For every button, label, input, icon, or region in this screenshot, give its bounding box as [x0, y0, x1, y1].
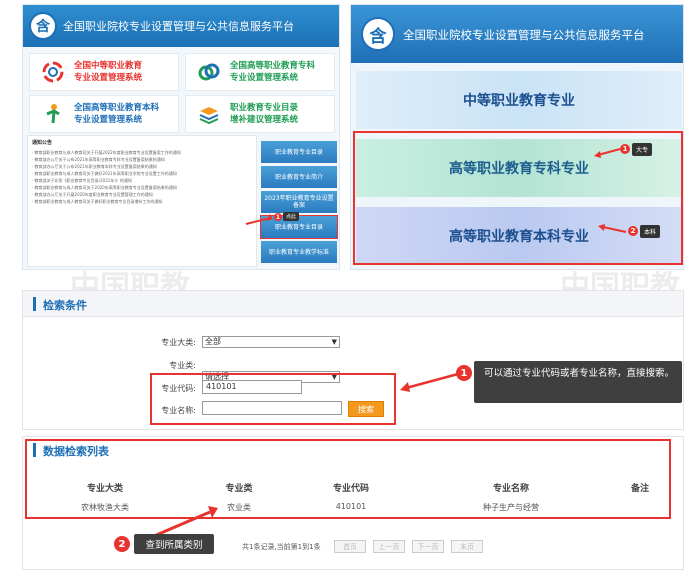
code-label: 专业代码:	[161, 384, 196, 393]
search-panel-title: 检索条件	[43, 299, 87, 312]
results-tip: 查到所属类别	[134, 534, 214, 554]
sys-label-2: 增补建议管理系统	[230, 115, 299, 125]
search-panel-header: 检索条件	[23, 291, 683, 317]
portal-header: 含 全国职业院校专业设置管理与公共信息服务平台	[351, 5, 683, 63]
news-item[interactable]: · 教育部关于印发《职业教育专业目录(2021年)》的通知	[32, 177, 252, 184]
news-item[interactable]: · 教育部职业教育与成人教育司关于开展2022年度职业教育专业设置备案工作的通知	[32, 149, 252, 156]
major-class-label: 专业类:	[169, 361, 196, 370]
sys-label-1: 全国高等职业教育本科	[74, 103, 160, 113]
portal-left-screenshot: 含 全国职业院校专业设置管理与公共信息服务平台 全国中等职业教育 专业设置管理系…	[22, 4, 340, 270]
major-category-select[interactable]: 全部 ▼	[202, 336, 340, 348]
sys-catalog-supplement[interactable]: 职业教育专业目录 增补建议管理系统	[185, 95, 335, 133]
major-category-label: 专业大类:	[161, 338, 196, 347]
callout-number: 1	[456, 365, 472, 381]
news-item[interactable]: · 教育部办公厅关于公布2021年职业教育本科专业设置备案结果的通知	[32, 163, 252, 170]
news-item[interactable]: · 教育部办公厅关于开展2020年度职业教育专业设置管理工作的通知	[32, 191, 252, 198]
col-header-name: 专业名称	[492, 484, 529, 494]
side-button-filing[interactable]: 2023年职业教育专业设置备案	[261, 191, 337, 213]
sys-label-1: 职业教育专业目录	[230, 103, 299, 113]
callout-arrow	[245, 214, 273, 225]
side-button-catalog[interactable]: 职业教育专业目录	[261, 141, 337, 163]
pager-first-button[interactable]: 首页	[334, 540, 366, 553]
sys-higher-vocational-bachelor[interactable]: 全国高等职业教育本科 专业设置管理系统	[29, 95, 179, 133]
section-marker	[33, 297, 36, 311]
ring-icon	[40, 59, 66, 85]
news-item[interactable]: · 教育部职业教育与成人教育司关于2020年高等职业教育专业设置备案结果的通知	[32, 184, 252, 191]
callout-arrow	[598, 224, 627, 233]
col-header-class: 专业类	[225, 484, 253, 494]
name-input[interactable]	[202, 401, 342, 415]
news-item[interactable]: · 教育部办公厅关于公布2021年高等职业教育专科专业设置备案结果的通知	[32, 156, 252, 163]
news-item[interactable]: · 教育部职业教育与成人教育司关于做好2021年高等职业学校专业设置工作的通知	[32, 170, 252, 177]
pager-summary: 共1条记录,当前第1到1条	[242, 543, 321, 551]
chevron-down-icon: ▼	[331, 338, 337, 346]
col-header-category: 专业大类	[86, 484, 123, 494]
name-label: 专业名称:	[161, 406, 196, 415]
cell-name[interactable]: 种子生产与经营	[466, 502, 556, 513]
callout-number: 1	[620, 144, 630, 154]
major-category-value: 全部	[205, 337, 221, 346]
news-list: 通知公告 · 教育部职业教育与成人教育司关于开展2022年度职业教育专业设置备案…	[27, 135, 257, 267]
table-row[interactable]: 农林牧渔大类 农业类 410101 种子生产与经营	[26, 498, 670, 516]
banner-secondary[interactable]: 中等职业教育专业	[356, 71, 682, 129]
callout-number: 2	[114, 536, 130, 552]
news-heading: 通知公告	[32, 140, 53, 146]
pager-next-button[interactable]: 下一页	[412, 540, 444, 553]
news-item[interactable]: · 教育部职业教育与成人教育司关于做好职业教育专业目录增补工作的通知	[32, 198, 252, 205]
callout-label: 点此	[283, 212, 300, 221]
code-input[interactable]: 410101	[202, 380, 302, 394]
cell-code: 410101	[335, 502, 367, 511]
portal-header: 含 全国职业院校专业设置管理与公共信息服务平台	[23, 5, 339, 47]
side-button-standards[interactable]: 职业教育专业教学标准	[261, 241, 337, 263]
callout-number: 2	[628, 226, 638, 236]
cell-category: 农林牧渔大类	[81, 503, 129, 512]
figure-icon	[40, 101, 66, 127]
callout-label: 大专	[632, 143, 653, 156]
search-tip: 可以通过专业代码或者专业名称，直接搜索。	[474, 361, 682, 403]
swirl-icon	[196, 59, 222, 85]
callout-number: 1	[274, 213, 282, 221]
col-header-code: 专业代码	[332, 484, 369, 494]
sys-higher-vocational-junior[interactable]: 全国高等职业教育专科 专业设置管理系统	[185, 53, 335, 91]
sys-label-2: 专业设置管理系统	[74, 115, 143, 125]
pager-prev-button[interactable]: 上一页	[373, 540, 405, 553]
callout-arrow	[400, 372, 459, 392]
layers-icon	[196, 101, 222, 127]
side-button-intro[interactable]: 职业教育专业简介	[261, 166, 337, 188]
sys-label-2: 专业设置管理系统	[230, 73, 299, 83]
search-button[interactable]: 搜索	[348, 401, 384, 417]
platform-logo: 含	[361, 17, 395, 51]
callout-arrow	[594, 148, 621, 158]
sys-label-2: 专业设置管理系统	[74, 73, 143, 83]
platform-title: 全国职业院校专业设置管理与公共信息服务平台	[63, 20, 294, 33]
col-header-remark: 备注	[630, 484, 649, 494]
callout-label: 本科	[640, 225, 661, 238]
pager-last-button[interactable]: 末页	[451, 540, 483, 553]
sys-label-1: 全国高等职业教育专科	[230, 61, 316, 71]
side-button-column: 职业教育专业目录 职业教育专业简介 2023年职业教育专业设置备案 职业教育专业…	[260, 141, 338, 266]
sys-label-1: 全国中等职业教育	[74, 61, 143, 71]
sys-secondary-vocational[interactable]: 全国中等职业教育 专业设置管理系统	[29, 53, 179, 91]
platform-logo: 含	[29, 12, 57, 40]
platform-title: 全国职业院校专业设置管理与公共信息服务平台	[403, 28, 645, 42]
